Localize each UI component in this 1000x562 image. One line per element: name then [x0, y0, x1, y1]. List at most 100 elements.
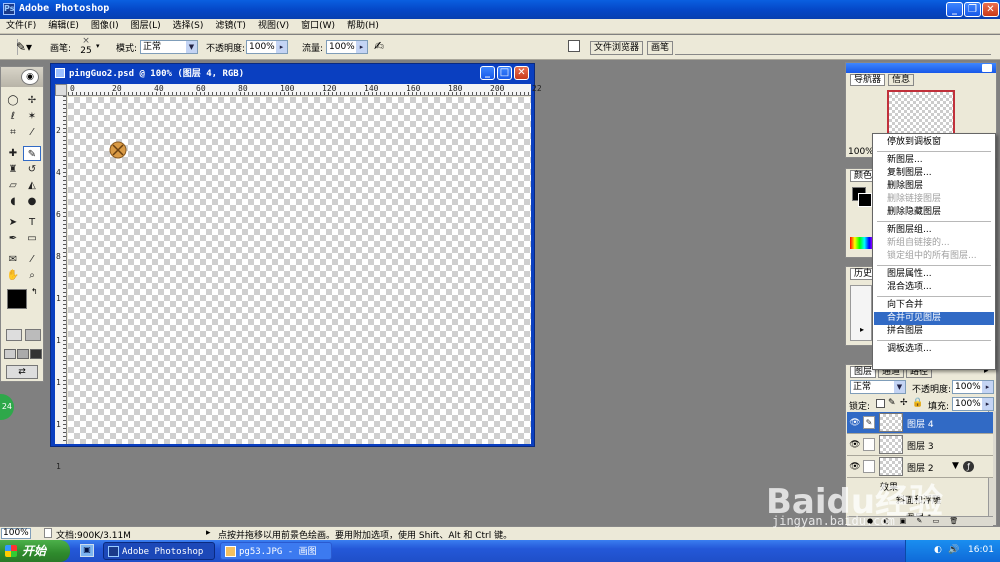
- expand-effects-icon[interactable]: ▼: [952, 461, 959, 471]
- toolbox-header[interactable]: ◉: [1, 67, 43, 87]
- screen-mode-standard-icon[interactable]: [4, 349, 16, 359]
- menu-item[interactable]: 向下合并: [874, 299, 994, 312]
- close-button[interactable]: ✕: [982, 2, 999, 17]
- brush-link-icon[interactable]: ✎: [863, 416, 875, 429]
- taskbar-item-photoshop[interactable]: Adobe Photoshop: [103, 542, 215, 560]
- menu-item[interactable]: 删除图层: [874, 180, 994, 193]
- history-brush-icon[interactable]: ↺: [23, 162, 41, 177]
- clock[interactable]: 16:01: [968, 545, 994, 555]
- mode-select[interactable]: 正常 ▼: [140, 40, 198, 54]
- volume-icon[interactable]: 🔊: [948, 545, 959, 555]
- restore-button[interactable]: ❐: [964, 2, 981, 17]
- blend-mode-select[interactable]: 正常 ▼: [850, 380, 906, 394]
- layer-effects-icon[interactable]: ƒ: [963, 461, 974, 472]
- eye-logo-icon[interactable]: ◉: [21, 69, 39, 85]
- navigator-zoom[interactable]: 100%: [848, 147, 874, 157]
- show-desktop-icon[interactable]: ▣: [80, 544, 94, 557]
- menu-file[interactable]: 文件(F): [0, 19, 42, 33]
- start-button[interactable]: 开始: [0, 540, 70, 562]
- navigator-tab[interactable]: 导航器: [850, 74, 886, 86]
- canvas[interactable]: [68, 97, 531, 444]
- link-icon[interactable]: [863, 438, 875, 451]
- menu-select[interactable]: 选择(S): [167, 19, 210, 33]
- minimize-button[interactable]: _: [946, 2, 963, 17]
- file-browser-tab[interactable]: 文件浏览器: [590, 41, 644, 55]
- menu-layer[interactable]: 图层(L): [125, 19, 167, 33]
- color-bg-swatch[interactable]: [858, 193, 872, 207]
- blur-icon[interactable]: ◖: [4, 194, 22, 209]
- opacity-input[interactable]: 100% ▸: [246, 40, 288, 54]
- visibility-eye-icon[interactable]: 👁: [849, 461, 861, 473]
- link-icon[interactable]: [863, 460, 875, 473]
- lock-transparency-icon[interactable]: [876, 399, 885, 408]
- screen-mode-full-icon[interactable]: [30, 349, 42, 359]
- healing-brush-icon[interactable]: ✚: [4, 146, 22, 161]
- layer-opacity-input[interactable]: 100% ▸: [952, 380, 994, 394]
- menu-item[interactable]: 新图层组...: [874, 224, 994, 237]
- status-arrow-icon[interactable]: ▸: [206, 528, 211, 538]
- menu-filter[interactable]: 滤镜(T): [209, 19, 252, 33]
- eraser-icon[interactable]: ▱: [4, 178, 22, 193]
- notes-icon[interactable]: ✉: [4, 252, 22, 267]
- move-icon[interactable]: ✢: [23, 93, 41, 108]
- clone-stamp-icon[interactable]: ♜: [4, 162, 22, 177]
- lock-position-icon[interactable]: ✢: [900, 398, 908, 408]
- slice-icon[interactable]: ⁄: [23, 125, 41, 140]
- type-icon[interactable]: T: [23, 215, 41, 230]
- menu-help[interactable]: 帮助(H): [341, 19, 385, 33]
- jump-to-imageready-icon[interactable]: ⇄: [6, 365, 38, 379]
- color-ramp[interactable]: [850, 237, 874, 249]
- screen-mode-menu-icon[interactable]: [17, 349, 29, 359]
- status-zoom[interactable]: 100%: [1, 528, 31, 539]
- hand-icon[interactable]: ✋: [4, 268, 22, 283]
- standard-mode-icon[interactable]: [6, 329, 22, 341]
- menu-item[interactable]: 调板选项...: [874, 343, 994, 356]
- ruler-origin[interactable]: [55, 84, 67, 96]
- fill-input[interactable]: 100% ▸: [952, 397, 994, 411]
- brush-icon[interactable]: ✎: [23, 146, 41, 161]
- menu-item[interactable]: 删除隐藏图层: [874, 206, 994, 219]
- flow-input[interactable]: 100% ▸: [326, 40, 368, 54]
- lock-all-icon[interactable]: 🔒: [912, 398, 923, 408]
- airbrush-icon[interactable]: ✍: [374, 39, 384, 53]
- lock-image-icon[interactable]: ✎: [888, 398, 896, 408]
- menu-window[interactable]: 窗口(W): [295, 19, 341, 33]
- visibility-eye-icon[interactable]: 👁: [849, 417, 861, 429]
- eyedropper-icon[interactable]: ⁄: [23, 252, 41, 267]
- menu-view[interactable]: 视图(V): [252, 19, 295, 33]
- language-icon[interactable]: ◐: [934, 545, 942, 555]
- zoom-icon[interactable]: ⌕: [23, 268, 41, 283]
- magic-wand-icon[interactable]: ✶: [23, 109, 41, 124]
- crop-icon[interactable]: ⌗: [4, 125, 22, 140]
- panel-close-icon[interactable]: [982, 64, 992, 72]
- swap-colors-icon[interactable]: ↰: [31, 287, 38, 296]
- path-select-icon[interactable]: ➤: [4, 215, 22, 230]
- layer-row[interactable]: 👁 图层 3: [847, 434, 993, 456]
- taskbar-item-paint[interactable]: pg53.JPG - 画图: [220, 542, 332, 560]
- menu-item[interactable]: 停放到调板窗: [874, 136, 994, 149]
- menu-item[interactable]: 合并可见图层: [874, 312, 994, 325]
- menu-item[interactable]: 复制图层...: [874, 167, 994, 180]
- menu-edit[interactable]: 编辑(E): [42, 19, 85, 33]
- info-tab[interactable]: 信息: [888, 74, 915, 86]
- layer-row[interactable]: 👁 ✎ 图层 4: [847, 412, 993, 434]
- menu-item[interactable]: 拼合图层: [874, 325, 994, 338]
- foreground-color-swatch[interactable]: [7, 289, 27, 309]
- paint-bucket-icon[interactable]: ◭: [23, 178, 41, 193]
- navigator-thumbnail[interactable]: [887, 90, 955, 136]
- menu-item[interactable]: 新图层...: [874, 154, 994, 167]
- lasso-icon[interactable]: ℓ: [4, 109, 22, 124]
- menu-item[interactable]: 图层属性...: [874, 268, 994, 281]
- palette-well-icon[interactable]: [568, 40, 580, 52]
- menu-item[interactable]: 混合选项...: [874, 281, 994, 294]
- dodge-icon[interactable]: ●: [23, 194, 41, 209]
- pen-icon[interactable]: ✒: [4, 231, 22, 246]
- doc-maximize-button[interactable]: □: [497, 66, 512, 80]
- marquee-icon[interactable]: ◯: [4, 93, 22, 108]
- brushes-tab[interactable]: 画笔: [647, 41, 674, 55]
- chevron-down-icon[interactable]: ▾: [96, 42, 100, 50]
- quick-mask-icon[interactable]: [25, 329, 41, 341]
- panel-titlebar[interactable]: [846, 63, 996, 73]
- menu-image[interactable]: 图像(I): [85, 19, 125, 33]
- shape-icon[interactable]: ▭: [23, 231, 41, 246]
